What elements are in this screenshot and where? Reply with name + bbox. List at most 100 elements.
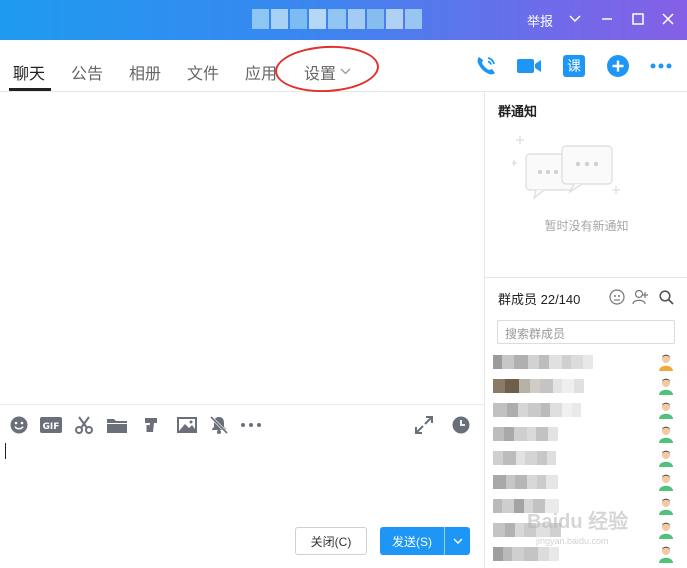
member-name-block: [571, 355, 583, 369]
member-name-block: [527, 427, 536, 441]
title-blur-block: [328, 9, 346, 29]
member-avatar-icon: [659, 498, 673, 515]
maximize-icon[interactable]: [627, 8, 649, 30]
add-member-icon[interactable]: [631, 288, 649, 306]
member-search-input[interactable]: 搜索群成员: [497, 320, 675, 344]
tab-album[interactable]: 相册: [129, 60, 161, 84]
voice-call-icon[interactable]: [473, 53, 499, 79]
send-button-label: 发送(S): [392, 534, 432, 549]
more-tools-icon[interactable]: [240, 415, 262, 435]
panel-divider: [485, 277, 687, 278]
title-blur-block: [404, 9, 422, 29]
member-name-block: [527, 475, 537, 489]
member-name-block: [514, 427, 527, 441]
member-avatar-icon: [659, 378, 673, 395]
member-name-block: [514, 355, 528, 369]
member-name-blurred: [493, 379, 584, 393]
member-name-block: [502, 499, 514, 513]
member-avatar-icon: [659, 354, 673, 371]
send-button[interactable]: 发送(S): [380, 527, 470, 555]
member-name-block: [572, 403, 581, 417]
member-name-block: [505, 523, 515, 537]
title-blur-block: [252, 9, 270, 29]
member-name-block: [548, 427, 558, 441]
class-icon[interactable]: 课: [561, 53, 587, 79]
report-link[interactable]: 举报: [527, 11, 553, 30]
scissors-icon[interactable]: [74, 415, 94, 435]
member-count: 群成员 22/140: [498, 292, 581, 307]
member-avatar-icon: [659, 450, 673, 467]
empty-notice-text: 暂时没有新通知: [544, 219, 629, 233]
member-name-block: [562, 379, 574, 393]
chevron-down-icon[interactable]: [564, 8, 586, 30]
minimize-icon[interactable]: [596, 8, 618, 30]
expand-icon[interactable]: [414, 415, 434, 435]
search-icon[interactable]: [657, 288, 675, 306]
member-name-blurred: [493, 403, 581, 417]
watermark-url: jingyan.baidu.com: [536, 536, 609, 546]
member-name-block: [504, 427, 514, 441]
member-name-block: [519, 379, 530, 393]
chevron-down-icon[interactable]: [445, 538, 470, 544]
member-name-block: [505, 379, 519, 393]
member-manage-icon[interactable]: [608, 288, 626, 306]
member-name-block: [503, 547, 512, 561]
tab-apps[interactable]: 应用: [245, 60, 277, 84]
close-icon[interactable]: [657, 8, 679, 30]
svg-text:GIF: GIF: [43, 422, 60, 432]
member-avatar-icon: [659, 546, 673, 563]
title-blur-block: [347, 9, 365, 29]
member-name-block: [493, 379, 505, 393]
tab-announcement[interactable]: 公告: [71, 60, 103, 84]
mute-bell-icon[interactable]: [209, 415, 229, 435]
image-icon[interactable]: [176, 415, 198, 435]
list-item[interactable]: [493, 470, 686, 494]
text-caret: [5, 443, 6, 459]
list-item[interactable]: [493, 374, 686, 398]
member-name-blurred: [493, 451, 556, 465]
member-name-block: [493, 523, 505, 537]
member-name-block: [515, 475, 527, 489]
member-name-block: [493, 475, 506, 489]
member-name-block: [541, 403, 550, 417]
input-toolbar: GIF: [0, 404, 484, 444]
member-name-block: [493, 403, 507, 417]
member-name-block: [583, 355, 593, 369]
list-item[interactable]: [493, 422, 686, 446]
message-area[interactable]: [0, 92, 484, 404]
member-name-block: [493, 547, 503, 561]
member-name-block: [538, 547, 549, 561]
video-call-icon[interactable]: [516, 53, 542, 79]
member-name-block: [540, 379, 553, 393]
list-item[interactable]: [493, 446, 686, 470]
tab-chat[interactable]: 聊天: [13, 60, 45, 84]
member-name-block: [547, 451, 556, 465]
list-item[interactable]: [493, 350, 686, 374]
emoji-icon[interactable]: [9, 415, 29, 435]
member-name-block: [549, 355, 562, 369]
tab-files[interactable]: 文件: [187, 60, 219, 84]
more-icon[interactable]: [648, 53, 674, 79]
gif-icon[interactable]: GIF: [39, 415, 63, 435]
member-name-block: [546, 475, 558, 489]
member-avatar-icon: [659, 402, 673, 419]
member-name-block: [574, 379, 584, 393]
member-name-block: [493, 499, 502, 513]
title-blur-block: [385, 9, 403, 29]
title-blur-block: [309, 9, 327, 29]
member-name-block: [562, 403, 572, 417]
folder-icon[interactable]: [106, 415, 128, 435]
list-item[interactable]: [493, 398, 686, 422]
member-name-blurred: [493, 355, 593, 369]
music-icon[interactable]: [141, 415, 161, 435]
window-title-blurred: [252, 9, 422, 29]
member-name-block: [528, 403, 541, 417]
title-blur-block: [290, 9, 308, 29]
history-clock-icon[interactable]: [451, 415, 471, 435]
active-tab-indicator: [9, 88, 51, 91]
member-name-block: [553, 379, 562, 393]
close-button[interactable]: 关闭(C): [295, 527, 367, 555]
member-avatar-icon: [659, 522, 673, 539]
add-chat-icon[interactable]: [605, 53, 631, 79]
member-name-block: [537, 451, 547, 465]
